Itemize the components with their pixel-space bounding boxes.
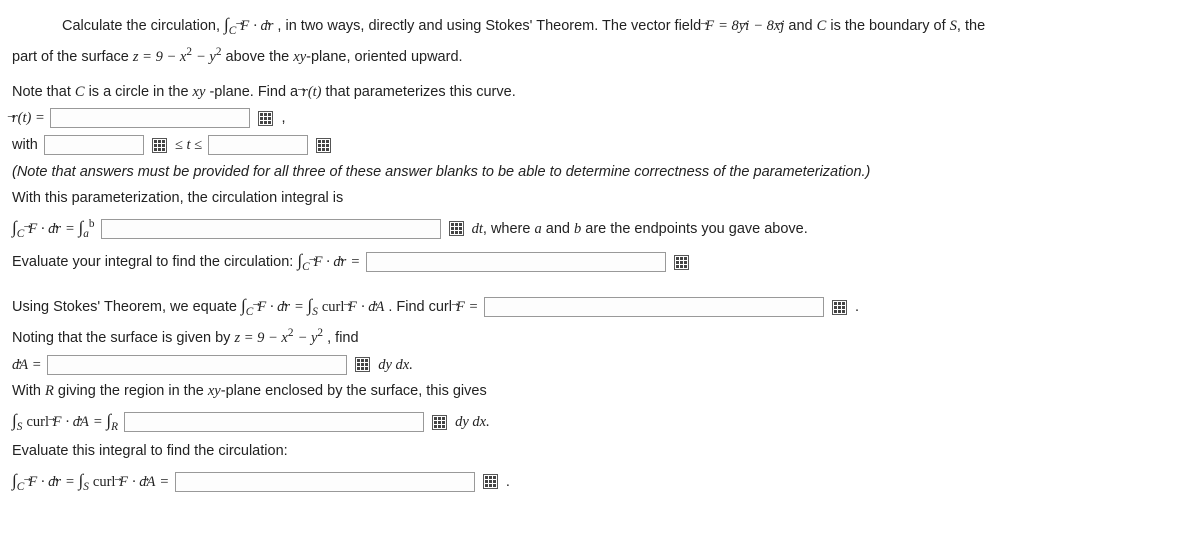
param-bounds-row: with ≤ t ≤ [12, 133, 1188, 158]
param-note: (Note that answers must be provided for … [12, 160, 1188, 185]
keypad-icon[interactable] [258, 111, 273, 126]
note-circle: Note that C is a circle in the xy -plane… [12, 80, 1188, 105]
keypad-icon[interactable] [316, 138, 331, 153]
keypad-icon[interactable] [483, 474, 498, 489]
curl-integral-row: S curl F · dA = R dy dx. [12, 406, 1188, 437]
input-r-of-t[interactable] [50, 108, 250, 128]
dA-row: dA = dy dx. [12, 353, 1188, 378]
intro-line-1: Calculate the circulation, C F · dr , in… [12, 10, 1188, 41]
input-integrand-dt[interactable] [101, 219, 441, 239]
input-t-lower[interactable] [44, 135, 144, 155]
keypad-icon[interactable] [674, 255, 689, 270]
input-dA[interactable] [47, 355, 347, 375]
input-t-upper[interactable] [208, 135, 308, 155]
keypad-icon[interactable] [449, 221, 464, 236]
circulation-integral-row: C F · dr = ab dt, where a and b are the … [12, 213, 1188, 244]
evaluate-direct-row: Evaluate your integral to find the circu… [12, 246, 1188, 277]
input-curl-F[interactable] [484, 297, 824, 317]
param-r-row: r(t) = , [12, 106, 1188, 131]
text: Calculate the circulation, [62, 18, 224, 34]
final-eval-text: Evaluate this integral to find the circu… [12, 439, 1188, 464]
input-circulation-stokes[interactable] [175, 472, 475, 492]
keypad-icon[interactable] [152, 138, 167, 153]
noting-row: Noting that the surface is given by z = … [12, 324, 1188, 350]
with-param-text: With this parameterization, the circulat… [12, 186, 1188, 211]
stokes-row: Using Stokes' Theorem, we equate C F · d… [12, 291, 1188, 322]
intro-line-2: part of the surface z = 9 − x2 − y2 abov… [12, 43, 1188, 69]
input-integrand-R[interactable] [124, 412, 424, 432]
input-circulation-direct[interactable] [366, 252, 666, 272]
keypad-icon[interactable] [355, 357, 370, 372]
keypad-icon[interactable] [432, 415, 447, 430]
with-R-row: With R giving the region in the xy-plane… [12, 379, 1188, 404]
final-line: C F · dr = S curl F · dA = . [12, 466, 1188, 497]
keypad-icon[interactable] [832, 300, 847, 315]
